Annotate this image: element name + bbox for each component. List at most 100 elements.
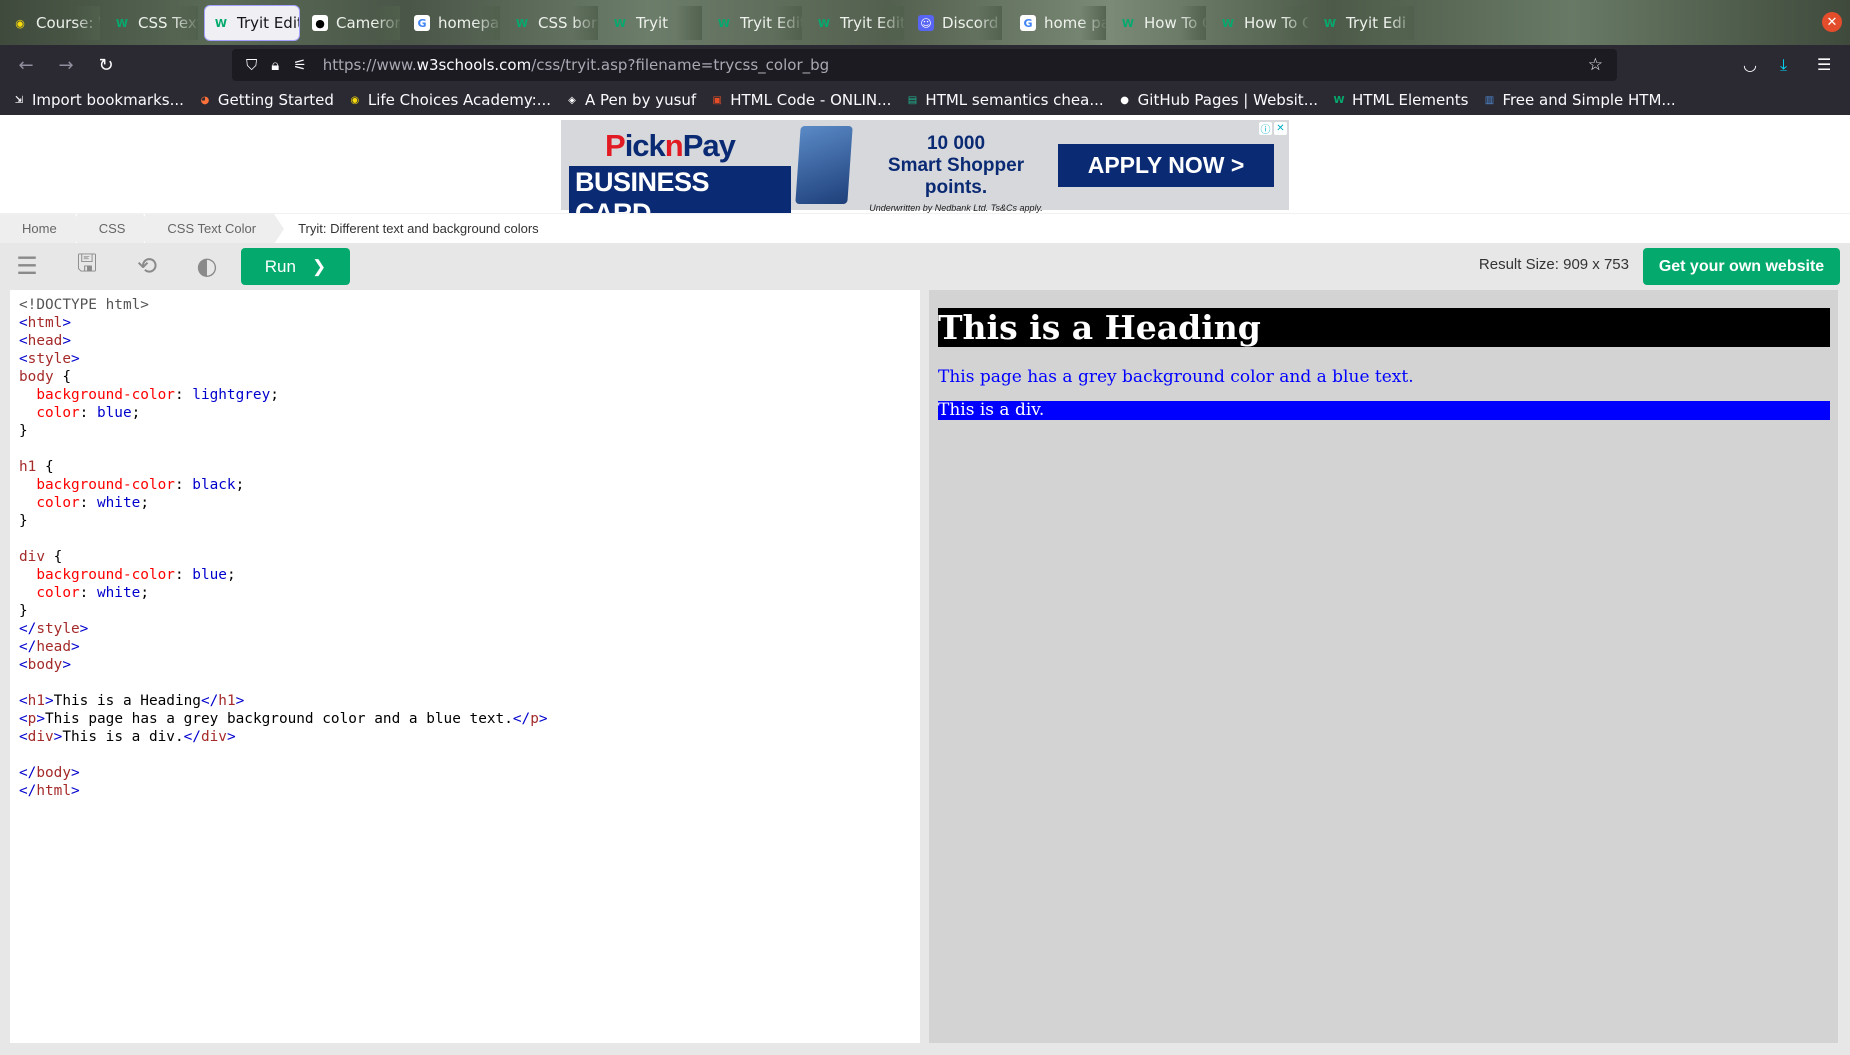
result-div: This is a div. bbox=[938, 401, 1830, 420]
w3schools-icon: W bbox=[515, 16, 529, 30]
window-close-button[interactable]: ✕ bbox=[1822, 12, 1842, 32]
tab-fade bbox=[1180, 6, 1206, 40]
pocket-icon[interactable]: ◡ bbox=[1743, 55, 1757, 74]
code-line: color: white; bbox=[36, 495, 149, 511]
tryit-toolbar: ☰ 🖫 ⟲ ◐ Run ❯ Result Size: 909 x 753 Get… bbox=[0, 243, 1850, 288]
ad-points-number: 10 000 bbox=[926, 133, 986, 154]
download-icon[interactable]: ⤓ bbox=[1780, 55, 1787, 75]
bookmark-item[interactable]: ▤ HTML semantics chea... bbox=[905, 91, 1104, 109]
bookmark-label: Getting Started bbox=[217, 91, 334, 109]
tab[interactable]: W Tryit Edi bbox=[1314, 6, 1414, 40]
breadcrumb-css-text-color[interactable]: CSS Text Color bbox=[145, 213, 284, 244]
page-icon: ▥ bbox=[1484, 94, 1495, 106]
code-line: <head> bbox=[19, 333, 71, 349]
rotate-layout-icon[interactable]: ⟲ bbox=[132, 251, 162, 281]
bookmark-item[interactable]: W HTML Elements bbox=[1332, 91, 1468, 109]
navigation-toolbar: ← → ↻ ⛉ 🔒︎ ⚟ https://www.w3schools.com/c… bbox=[0, 45, 1850, 85]
tab[interactable]: Ghomepage bbox=[406, 6, 500, 40]
bookmarks-toolbar: ⇲ Import bookmarks... ◕ Getting Started ◉ Lif… bbox=[0, 85, 1850, 115]
code-line: ​ bbox=[19, 440, 911, 458]
bookmark-item[interactable]: ⇲ Import bookmarks... bbox=[12, 91, 184, 109]
result-frame[interactable]: This is a Heading This page has a grey b… bbox=[929, 290, 1838, 1043]
bookmark-item[interactable]: ● GitHub Pages | Websit... bbox=[1118, 91, 1318, 109]
code-line: <style> bbox=[19, 351, 80, 367]
code-line: color: blue; bbox=[36, 405, 141, 421]
back-arrow-icon[interactable]: ← bbox=[12, 51, 40, 79]
tab-fade bbox=[74, 6, 100, 40]
import-icon: ⇲ bbox=[14, 94, 24, 106]
tab[interactable]: W CSS Text bbox=[106, 6, 198, 40]
bookmark-label: A Pen by yusuf bbox=[585, 91, 697, 109]
get-your-own-website-button[interactable]: Get your own website bbox=[1643, 248, 1840, 285]
tab-label: Tryit Edit bbox=[237, 14, 299, 32]
bookmark-label: Life Choices Academy:... bbox=[367, 91, 552, 109]
code-editor[interactable]: <!DOCTYPE html> <html> <head> <style> body {… bbox=[10, 290, 920, 1043]
tab[interactable]: WTryit Editor bbox=[808, 6, 904, 40]
bookmark-item[interactable]: ▣ HTML Code - ONLIN... bbox=[710, 91, 891, 109]
tab[interactable]: WHow To Cre bbox=[1112, 6, 1206, 40]
w3schools-icon: W bbox=[214, 16, 228, 30]
google-icon: G bbox=[414, 15, 430, 31]
lifechoices-icon: ◉ bbox=[15, 16, 25, 30]
tab[interactable]: W CSS bor bbox=[506, 6, 598, 40]
code-line: } bbox=[19, 603, 28, 619]
ad-info-icon[interactable]: ⓘ bbox=[1259, 122, 1272, 136]
breadcrumb-css[interactable]: CSS bbox=[76, 213, 154, 244]
bookmark-item[interactable]: ▥ Free and Simple HTM... bbox=[1482, 91, 1676, 109]
tab[interactable]: ● Cameron bbox=[304, 6, 400, 40]
bookmark-item[interactable]: ◕ Getting Started bbox=[198, 91, 334, 109]
permissions-icon[interactable]: ⚟ bbox=[293, 56, 306, 74]
save-icon[interactable]: 🖫 bbox=[72, 249, 102, 281]
code-line: </style> bbox=[19, 621, 89, 637]
url-text[interactable]: https://www.w3schools.com/css/tryit.asp?… bbox=[323, 56, 829, 74]
github-icon: ● bbox=[312, 15, 328, 31]
w3schools-icon: W bbox=[817, 16, 831, 30]
tab-fade bbox=[878, 6, 904, 40]
page-content: PicknPay BUSINESS CARD 10 000 Smart Shop… bbox=[0, 115, 1850, 1055]
tab[interactable]: WTryit Edit✕ bbox=[205, 6, 299, 40]
ad-brand: PicknPay bbox=[605, 128, 736, 163]
code-line: body { bbox=[19, 369, 71, 385]
tab[interactable]: WTryit Editor bbox=[708, 6, 802, 40]
code-line: </html> bbox=[19, 783, 80, 799]
ad-close-icon[interactable]: ✕ bbox=[1274, 122, 1287, 135]
code-line: <div>This is a div.</div> bbox=[19, 729, 236, 745]
lifechoices-icon: ◉ bbox=[350, 94, 360, 106]
menu-icon[interactable]: ☰ bbox=[1817, 55, 1831, 74]
bookmark-item[interactable]: ◉ Life Choices Academy:... bbox=[348, 91, 552, 109]
code-line: ​ bbox=[19, 746, 911, 764]
advertisement-banner[interactable]: PicknPay BUSINESS CARD 10 000 Smart Shop… bbox=[561, 120, 1289, 230]
tab[interactable]: Ghome page bbox=[1012, 6, 1106, 40]
tab-fade bbox=[676, 6, 702, 40]
bookmark-item[interactable]: ◈ A Pen by yusuf bbox=[565, 91, 696, 109]
hamburger-menu-icon[interactable]: ☰ bbox=[12, 251, 42, 281]
html-icon: ▣ bbox=[712, 94, 722, 106]
w3schools-icon: W bbox=[1221, 16, 1235, 30]
code-line: <h1>This is a Heading</h1> bbox=[19, 693, 245, 709]
ad-apply-button[interactable]: APPLY NOW > bbox=[1058, 144, 1274, 187]
bookmark-star-icon[interactable]: ☆ bbox=[1588, 55, 1603, 75]
code-line: <html> bbox=[19, 315, 71, 331]
tab[interactable]: ☺ Discord bbox=[910, 6, 1002, 40]
result-paragraph: This page has a grey background color an… bbox=[938, 367, 1414, 387]
dark-mode-icon[interactable]: ◐ bbox=[192, 251, 222, 281]
bookmark-label: HTML semantics chea... bbox=[925, 91, 1104, 109]
reload-icon[interactable]: ↻ bbox=[92, 51, 120, 79]
forward-arrow-icon[interactable]: → bbox=[52, 51, 80, 79]
shield-icon[interactable]: ⛉ bbox=[246, 56, 257, 74]
bookmark-label: HTML Code - ONLIN... bbox=[730, 91, 892, 109]
code-line: div { bbox=[19, 549, 63, 565]
ad-points: 10 000 Smart Shopper points. Underwritte… bbox=[861, 133, 1051, 213]
run-button[interactable]: Run ❯ bbox=[241, 248, 350, 285]
tab[interactable]: ◉Course: We bbox=[4, 6, 100, 40]
breadcrumb-home[interactable]: Home bbox=[0, 213, 85, 244]
ad-disclaimer: Underwritten by Nedbank Ltd. Ts&Cs apply… bbox=[869, 203, 1043, 213]
tab-fade bbox=[374, 6, 400, 40]
tab[interactable]: W Tryit bbox=[604, 6, 702, 40]
url-bar[interactable]: ⛉ 🔒︎ ⚟ https://www.w3schools.com/css/try… bbox=[232, 49, 1617, 81]
w3schools-icon: W bbox=[115, 16, 129, 30]
code-line: background-color: blue; bbox=[36, 567, 236, 583]
tab[interactable]: WHow To Cr bbox=[1212, 6, 1308, 40]
run-label: Run bbox=[264, 256, 296, 276]
lock-icon[interactable]: 🔒︎ bbox=[271, 56, 279, 74]
